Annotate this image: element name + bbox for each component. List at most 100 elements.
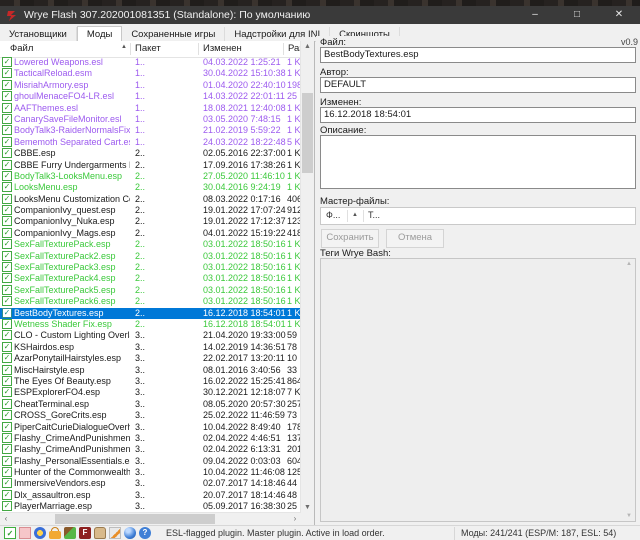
mod-row[interactable]: ✓SexFallTexturePack3.esp2..03.01.2022 18… bbox=[0, 262, 301, 273]
mod-checkbox-icon[interactable]: ✓ bbox=[2, 205, 12, 215]
mod-row[interactable]: ✓SexFallTexturePack.esp2..03.01.2022 18:… bbox=[0, 239, 301, 250]
mod-row[interactable]: ✓Lowered Weapons.esl1..04.03.2022 1:25:2… bbox=[0, 57, 301, 68]
mod-row[interactable]: ✓SexFallTexturePack6.esp2..03.01.2022 18… bbox=[0, 296, 301, 307]
mod-checkbox-icon[interactable]: ✓ bbox=[2, 490, 12, 500]
mod-row[interactable]: ✓Flashy_PersonalEssentials.esp3..09.04.2… bbox=[0, 456, 301, 467]
modified-input[interactable]: 16.12.2018 18:54:01 bbox=[320, 107, 636, 123]
mod-checkbox-icon[interactable]: ✓ bbox=[2, 273, 12, 283]
mod-row[interactable]: ✓LooksMenu Customization Co...2..08.03.2… bbox=[0, 194, 301, 205]
mod-row[interactable]: ✓CheatTerminal.esp3..08.05.2020 20:57:30… bbox=[0, 399, 301, 410]
brush-icon[interactable] bbox=[64, 527, 76, 539]
docs-browser-icon[interactable] bbox=[94, 527, 106, 539]
mod-checkbox-icon[interactable]: ✓ bbox=[2, 137, 12, 147]
mod-checkbox-icon[interactable]: ✓ bbox=[2, 319, 12, 329]
sphere-icon[interactable] bbox=[124, 527, 136, 539]
mod-row[interactable]: ✓SexFallTexturePack4.esp2..03.01.2022 18… bbox=[0, 273, 301, 284]
mod-row[interactable]: ✓Flashy_CrimeAndPunishment...3..02.04.20… bbox=[0, 433, 301, 444]
mod-checkbox-icon[interactable]: ✓ bbox=[2, 376, 12, 386]
mod-row[interactable]: ✓SexFallTexturePack2.esp2..03.01.2022 18… bbox=[0, 251, 301, 262]
mod-row[interactable]: ✓Bememoth Separated Cart.esl1..24.03.202… bbox=[0, 137, 301, 148]
minimize-button[interactable]: – bbox=[514, 6, 556, 24]
horizontal-scrollbar[interactable]: ‹ › bbox=[0, 512, 301, 525]
mod-checkbox-icon[interactable]: ✓ bbox=[2, 365, 12, 375]
mod-row[interactable]: ✓SexFallTexturePack5.esp2..03.01.2022 18… bbox=[0, 285, 301, 296]
mod-checkbox-icon[interactable]: ✓ bbox=[2, 353, 12, 363]
mod-checkbox-icon[interactable]: ✓ bbox=[2, 57, 12, 67]
mod-checkbox-icon[interactable]: ✓ bbox=[2, 68, 12, 78]
active-mods-toggle-icon[interactable]: ✓ bbox=[4, 527, 16, 539]
mod-checkbox-icon[interactable]: ✓ bbox=[2, 478, 12, 488]
mod-row[interactable]: ✓BodyTalk3-RaiderNormalsFix...1..21.02.2… bbox=[0, 125, 301, 136]
mod-row[interactable]: ✓Hunter of the Commonwealth...3..10.04.2… bbox=[0, 467, 301, 478]
column-header-modified[interactable]: Изменен bbox=[203, 43, 242, 54]
author-input[interactable]: DEFAULT bbox=[320, 77, 636, 93]
scroll-left-icon[interactable]: ‹ bbox=[0, 513, 12, 525]
mod-checkbox-icon[interactable]: ✓ bbox=[2, 148, 12, 158]
mod-checkbox-icon[interactable]: ✓ bbox=[2, 330, 12, 340]
mod-row[interactable]: ✓ESPExplorerFO4.esp3..30.12.2021 12:18:0… bbox=[0, 387, 301, 398]
mod-row[interactable]: ✓ghoulMenaceFO4-LR.esl1..14.03.2022 22:0… bbox=[0, 91, 301, 102]
mod-checkbox-icon[interactable]: ✓ bbox=[2, 194, 12, 204]
mod-row[interactable]: ✓CompanionIvy_quest.esp2..19.01.2022 17:… bbox=[0, 205, 301, 216]
mod-checkbox-icon[interactable]: ✓ bbox=[2, 114, 12, 124]
mod-checkbox-icon[interactable]: ✓ bbox=[2, 228, 12, 238]
mod-checkbox-icon[interactable]: ✓ bbox=[2, 125, 12, 135]
mod-row[interactable]: ✓CBBE Furry Undergarments Fi...2..17.09.… bbox=[0, 160, 301, 171]
mod-checkbox-icon[interactable]: ✓ bbox=[2, 387, 12, 397]
mod-checkbox-icon[interactable]: ✓ bbox=[2, 296, 12, 306]
masters-column-file[interactable]: Ф... bbox=[326, 210, 340, 220]
cancel-button[interactable]: Отмена bbox=[386, 229, 444, 248]
lock-load-order-icon[interactable] bbox=[49, 527, 61, 539]
mod-row[interactable]: ✓KSHairdos.esp3..14.02.2019 14:36:5178 K bbox=[0, 342, 301, 353]
mod-checkbox-icon[interactable]: ✓ bbox=[2, 262, 12, 272]
mod-checkbox-icon[interactable]: ✓ bbox=[2, 285, 12, 295]
mod-row[interactable]: ✓Wetness Shader Fix.esp2..16.12.2018 18:… bbox=[0, 319, 301, 330]
mod-checkbox-icon[interactable]: ✓ bbox=[2, 456, 12, 466]
mod-row[interactable]: ✓CBBE.esp2..02.05.2016 22:37:001 KB bbox=[0, 148, 301, 159]
mod-checkbox-icon[interactable]: ✓ bbox=[2, 171, 12, 181]
mod-row[interactable]: ✓MisriahArmory.esp1..01.04.2020 22:40:10… bbox=[0, 80, 301, 91]
mod-row[interactable]: ✓LooksMenu.esp2..30.04.2016 9:24:191 KB bbox=[0, 182, 301, 193]
column-header-file[interactable]: Файл bbox=[10, 43, 33, 54]
mod-row[interactable]: ✓CLO - Custom Lighting Overla...3..21.04… bbox=[0, 330, 301, 341]
mod-row[interactable]: ✓The Eyes Of Beauty.esp3..16.02.2022 15:… bbox=[0, 376, 301, 387]
mod-checkbox-icon[interactable]: ✓ bbox=[2, 467, 12, 477]
mod-checkbox-icon[interactable]: ✓ bbox=[2, 182, 12, 192]
scroll-up-icon[interactable]: ▲ bbox=[301, 41, 314, 52]
mod-checkbox-icon[interactable]: ✓ bbox=[2, 433, 12, 443]
mod-row[interactable]: ✓MiscHairstyle.esp3..08.01.2016 3:40:563… bbox=[0, 365, 301, 376]
mod-row[interactable]: ✓AAFThemes.esl1..18.08.2021 12:40:081 KB bbox=[0, 103, 301, 114]
mod-row[interactable]: ✓CanarySaveFileMonitor.esl1..03.05.2020 … bbox=[0, 114, 301, 125]
bash-tags-box[interactable]: ▲ ▼ bbox=[320, 258, 636, 522]
help-icon[interactable]: ? bbox=[139, 527, 151, 539]
masters-column-type[interactable]: Т... bbox=[368, 210, 380, 220]
mod-checkbox-icon[interactable]: ✓ bbox=[2, 239, 12, 249]
horizontal-scroll-thumb[interactable] bbox=[55, 514, 215, 524]
mod-checkbox-icon[interactable]: ✓ bbox=[2, 160, 12, 170]
column-header-package[interactable]: Пакет bbox=[135, 43, 161, 54]
mod-row[interactable]: ✓CROSS_GoreCrits.esp3..25.02.2022 11:46:… bbox=[0, 410, 301, 421]
tab-installers[interactable]: Установщики bbox=[0, 27, 77, 42]
close-button[interactable]: ✕ bbox=[598, 6, 640, 24]
tab-saves[interactable]: Сохраненные игры bbox=[122, 27, 225, 42]
mod-row[interactable]: ✓BodyTalk3-LooksMenu.esp2..27.05.2020 11… bbox=[0, 171, 301, 182]
mod-checkbox-icon[interactable]: ✓ bbox=[2, 444, 12, 454]
mod-checkbox-icon[interactable]: ✓ bbox=[2, 422, 12, 432]
scroll-right-icon[interactable]: › bbox=[289, 513, 301, 525]
vertical-scrollbar[interactable]: ▲ ▼ bbox=[300, 41, 314, 513]
mod-row[interactable]: ✓BestBodyTextures.esp2..16.12.2018 18:54… bbox=[0, 308, 301, 319]
installers-toggle-icon[interactable] bbox=[19, 527, 31, 539]
titlebar[interactable]: Wrye Flash 307.202001081351 (Standalone)… bbox=[0, 6, 640, 24]
mod-checkbox-icon[interactable]: ✓ bbox=[2, 216, 12, 226]
vertical-scroll-thumb[interactable] bbox=[302, 93, 313, 173]
mod-row[interactable]: ✓AzarPonytailHairstyles.esp3..22.02.2017… bbox=[0, 353, 301, 364]
mod-row[interactable]: ✓Dlx_assaultron.esp3..20.07.2017 18:14:4… bbox=[0, 490, 301, 501]
mod-row[interactable]: ✓TacticalReload.esm1..30.04.2022 15:10:3… bbox=[0, 68, 301, 79]
maximize-button[interactable]: □ bbox=[556, 6, 598, 24]
mod-row[interactable]: ✓PlayerMarriage.esp3..05.09.2017 16:38:3… bbox=[0, 501, 301, 512]
mod-checkbox-icon[interactable]: ✓ bbox=[2, 91, 12, 101]
mod-row[interactable]: ✓ImmersiveVendors.esp3..02.07.2017 14:18… bbox=[0, 478, 301, 489]
checklist-edit-icon[interactable] bbox=[109, 527, 121, 539]
mod-checkbox-icon[interactable]: ✓ bbox=[2, 308, 12, 318]
mod-row[interactable]: ✓Flashy_CrimeAndPunishment...3..02.04.20… bbox=[0, 444, 301, 455]
